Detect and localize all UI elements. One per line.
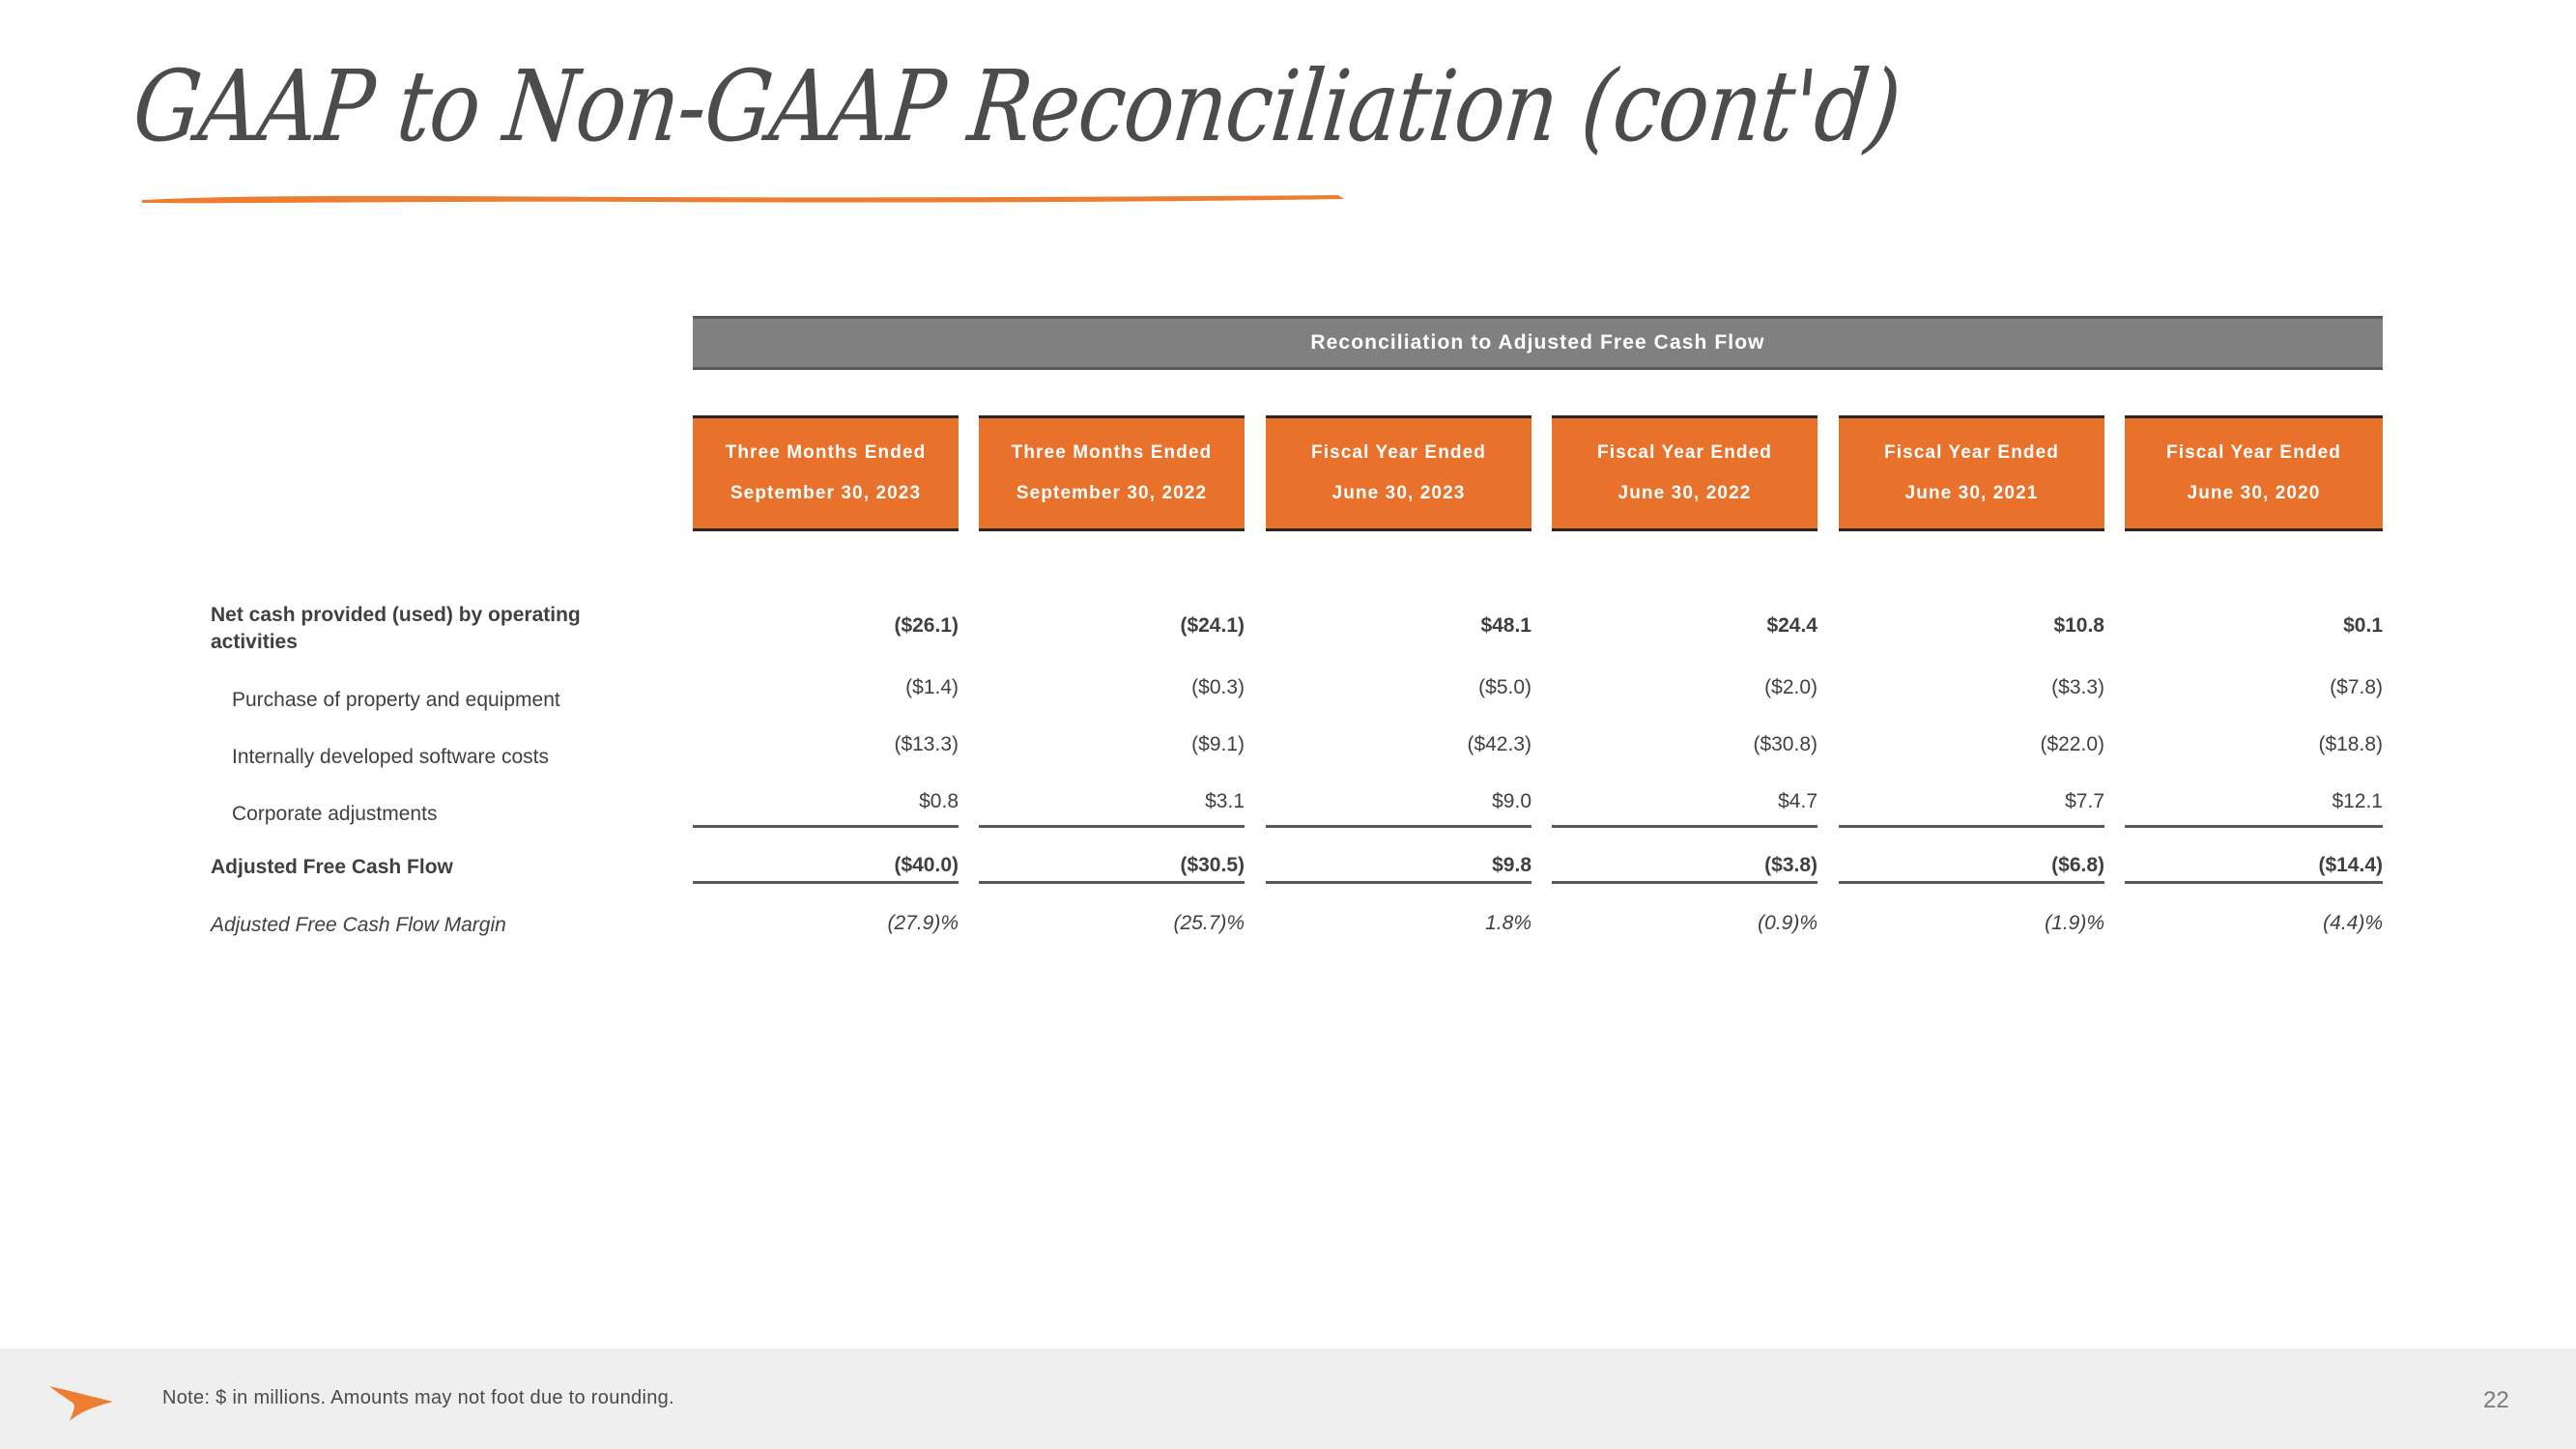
subtotal-rule-5 <box>2125 825 2383 828</box>
column-header-2: Fiscal Year Ended June 30, 2023 <box>1266 415 1531 531</box>
column-header-period: Fiscal Year Ended <box>1311 442 1486 464</box>
cell-r4c0: ($40.0) <box>894 854 959 876</box>
cell-r0c4: $10.8 <box>2053 614 2104 637</box>
total-rule-2 <box>1266 881 1531 884</box>
table-banner-label: Reconciliation to Adjusted Free Cash Flo… <box>1310 331 1765 354</box>
row-label-corporate-adjustments: Corporate adjustments <box>232 803 438 825</box>
row-label-adjusted-fcf-margin: Adjusted Free Cash Flow Margin <box>211 914 506 936</box>
cell-r3c1: $3.1 <box>1205 790 1245 812</box>
cell-r1c0: ($1.4) <box>905 676 959 698</box>
row-label-purchase-ppe: Purchase of property and equipment <box>232 689 560 711</box>
reconciliation-table: Reconciliation to Adjusted Free Cash Flo… <box>0 0 2576 1449</box>
cell-r3c0: $0.8 <box>919 790 959 812</box>
cell-r0c5: $0.1 <box>2343 614 2383 637</box>
cell-r5c3: (0.9)% <box>1758 912 1818 934</box>
column-header-1: Three Months Ended September 30, 2022 <box>979 415 1245 531</box>
cell-r3c5: $12.1 <box>2332 790 2383 812</box>
column-header-date: June 30, 2021 <box>1904 482 2039 503</box>
table-banner: Reconciliation to Adjusted Free Cash Flo… <box>693 316 2383 370</box>
page-number: 22 <box>2483 1387 2509 1413</box>
cell-r5c1: (25.7)% <box>1173 912 1245 934</box>
total-rule-4 <box>1839 881 2104 884</box>
subtotal-rule-3 <box>1552 825 1818 828</box>
column-header-date: June 30, 2022 <box>1617 482 1752 503</box>
cell-r1c3: ($2.0) <box>1764 676 1818 698</box>
cell-r1c5: ($7.8) <box>2330 676 2383 698</box>
row-label-internal-software: Internally developed software costs <box>232 746 550 768</box>
cell-r3c2: $9.0 <box>1492 790 1531 812</box>
total-rule-3 <box>1552 881 1818 884</box>
cell-r5c2: 1.8% <box>1485 912 1531 934</box>
row-label-net-cash: Net cash provided (used) by operating ac… <box>211 604 581 653</box>
column-header-period: Fiscal Year Ended <box>2166 442 2341 464</box>
cell-r4c2: $9.8 <box>1492 854 1531 876</box>
total-rule-5 <box>2125 881 2383 884</box>
cell-r2c2: ($42.3) <box>1467 733 1531 755</box>
column-header-period: Three Months Ended <box>1011 442 1213 464</box>
column-header-date: June 30, 2023 <box>1331 482 1466 503</box>
cell-r0c2: $48.1 <box>1480 614 1531 637</box>
cell-r2c3: ($30.8) <box>1753 733 1818 755</box>
cell-r2c1: ($9.1) <box>1191 733 1245 755</box>
cell-r3c4: $7.7 <box>2065 790 2104 812</box>
cell-r4c4: ($6.8) <box>2051 854 2104 876</box>
cell-r2c4: ($22.0) <box>2040 733 2104 755</box>
swoosh-arrow-icon <box>49 1386 113 1421</box>
cell-r0c0: ($26.1) <box>894 614 959 637</box>
cell-r1c2: ($5.0) <box>1478 676 1531 698</box>
column-header-period: Fiscal Year Ended <box>1597 442 1772 464</box>
subtotal-rule-2 <box>1266 825 1531 828</box>
cell-r0c1: ($24.1) <box>1180 614 1245 637</box>
cell-r2c5: ($18.8) <box>2318 733 2383 755</box>
column-header-date: September 30, 2023 <box>730 482 922 503</box>
subtotal-rule-0 <box>693 825 959 828</box>
total-rule-0 <box>693 881 959 884</box>
subtotal-rule-4 <box>1839 825 2104 828</box>
row-label-adjusted-fcf: Adjusted Free Cash Flow <box>211 856 453 878</box>
cell-r1c1: ($0.3) <box>1191 676 1245 698</box>
cell-r3c3: $4.7 <box>1778 790 1818 812</box>
footer-note: Note: $ in millions. Amounts may not foo… <box>162 1387 674 1408</box>
column-header-period: Three Months Ended <box>725 442 927 464</box>
cell-r4c5: ($14.4) <box>2318 854 2383 876</box>
subtotal-rule-1 <box>979 825 1245 828</box>
cell-r4c3: ($3.8) <box>1764 854 1818 876</box>
column-header-0: Three Months Ended September 30, 2023 <box>693 415 959 531</box>
cell-r2c0: ($13.3) <box>894 733 959 755</box>
column-header-5: Fiscal Year Ended June 30, 2020 <box>2125 415 2383 531</box>
cell-r5c5: (4.4)% <box>2323 912 2383 934</box>
column-header-date: September 30, 2022 <box>1016 482 1208 503</box>
total-rule-1 <box>979 881 1245 884</box>
cell-r5c4: (1.9)% <box>2045 912 2104 934</box>
column-header-3: Fiscal Year Ended June 30, 2022 <box>1552 415 1818 531</box>
column-header-period: Fiscal Year Ended <box>1884 442 2059 464</box>
column-header-date: June 30, 2020 <box>2187 482 2321 503</box>
cell-r5c0: (27.9)% <box>887 912 959 934</box>
cell-r4c1: ($30.5) <box>1180 854 1245 876</box>
cell-r0c3: $24.4 <box>1766 614 1818 637</box>
column-header-4: Fiscal Year Ended June 30, 2021 <box>1839 415 2104 531</box>
cell-r1c4: ($3.3) <box>2051 676 2104 698</box>
